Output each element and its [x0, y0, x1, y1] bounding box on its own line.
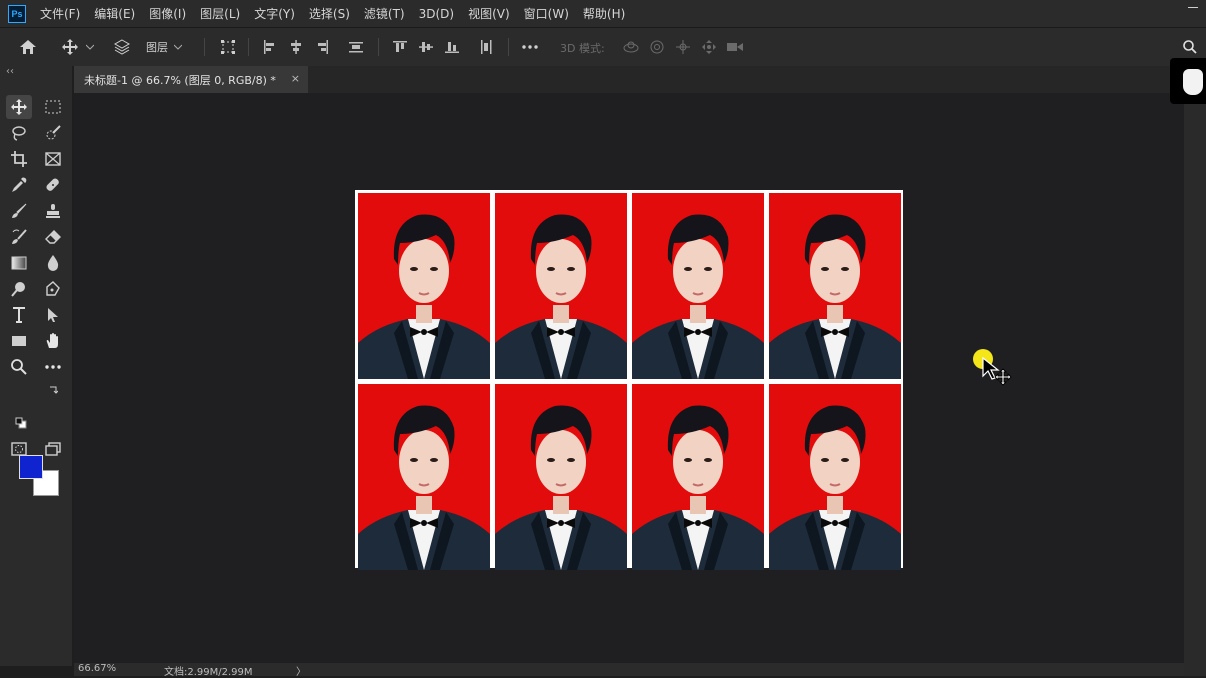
- align-right-icon[interactable]: [312, 28, 332, 66]
- collapse-panel-icon[interactable]: ‹‹: [6, 66, 14, 77]
- id-photo: [358, 384, 490, 570]
- frame-tool-icon[interactable]: [40, 147, 66, 171]
- right-panel-edge: [1184, 66, 1206, 676]
- menu-help[interactable]: 帮助(H): [583, 5, 625, 22]
- move-tool-icon[interactable]: [6, 95, 32, 119]
- menu-window[interactable]: 窗口(W): [524, 5, 569, 22]
- id-photo: [495, 193, 627, 379]
- path-selection-tool-icon[interactable]: [40, 303, 66, 327]
- quick-mask-icon[interactable]: [6, 437, 32, 461]
- menu-edit[interactable]: 编辑(E): [94, 5, 135, 22]
- rectangle-tool-icon[interactable]: [6, 329, 32, 353]
- swap-colors-icon[interactable]: [46, 384, 60, 398]
- align-left-icon[interactable]: [260, 28, 280, 66]
- history-brush-tool-icon[interactable]: [6, 225, 32, 249]
- 3d-slide-icon[interactable]: [698, 28, 720, 66]
- layer-select-value: 图层: [146, 41, 168, 54]
- document-tab-bar: 未标题-1 @ 66.7% (图层 0, RGB/8) * ×: [74, 66, 1184, 93]
- dodge-tool-icon[interactable]: [6, 277, 32, 301]
- screen-mode-icon[interactable]: [40, 437, 66, 461]
- marquee-tool-icon[interactable]: [40, 95, 66, 119]
- menu-3d[interactable]: 3D(D): [419, 7, 454, 21]
- home-icon[interactable]: [16, 28, 40, 66]
- close-icon[interactable]: ×: [291, 72, 300, 85]
- clone-stamp-tool-icon[interactable]: [40, 199, 66, 223]
- photo-sheet[interactable]: [355, 190, 903, 570]
- photoshop-logo[interactable]: Ps: [8, 4, 26, 23]
- align-middle-icon[interactable]: [416, 28, 436, 66]
- options-bar: 图层 3D 模式:: [0, 27, 1206, 66]
- divider: [378, 38, 379, 56]
- 3d-mode-label: 3D 模式:: [560, 42, 605, 55]
- id-photo: [358, 193, 490, 379]
- eraser-tool-icon[interactable]: [40, 225, 66, 249]
- transform-controls-icon[interactable]: [216, 28, 240, 66]
- auto-select-icon[interactable]: [110, 28, 134, 66]
- id-photo: [495, 384, 627, 570]
- id-photo: [769, 193, 901, 379]
- menu-type[interactable]: 文字(Y): [254, 5, 295, 22]
- zoom-tool-icon[interactable]: [6, 355, 32, 379]
- menu-select[interactable]: 选择(S): [309, 5, 350, 22]
- chevron-down-icon[interactable]: [84, 28, 96, 66]
- id-photo: [632, 193, 764, 379]
- menu-image[interactable]: 图像(I): [149, 5, 186, 22]
- align-center-icon[interactable]: [286, 28, 306, 66]
- healing-brush-tool-icon[interactable]: [40, 173, 66, 197]
- lasso-tool-icon[interactable]: [6, 121, 32, 145]
- gradient-tool-icon[interactable]: [6, 251, 32, 275]
- divider: [508, 38, 509, 56]
- distribute-vertical-icon[interactable]: [476, 28, 496, 66]
- type-tool-icon[interactable]: [6, 303, 32, 327]
- minimize-icon[interactable]: [1188, 7, 1198, 8]
- hand-tool-icon[interactable]: [40, 329, 66, 353]
- divider: [248, 38, 249, 56]
- 3d-roll-icon[interactable]: [646, 28, 668, 66]
- more-options-icon[interactable]: [518, 28, 542, 66]
- 3d-camera-icon[interactable]: [724, 28, 746, 66]
- zoom-level[interactable]: 66.67%: [78, 663, 116, 674]
- blur-tool-icon[interactable]: [40, 251, 66, 275]
- id-photo: [632, 384, 764, 570]
- 3d-orbit-icon[interactable]: [620, 28, 642, 66]
- divider: [204, 38, 205, 56]
- status-bar: 66.67% 文档:2.99M/2.99M 〉: [74, 663, 1184, 678]
- menu-filter[interactable]: 滤镜(T): [364, 5, 405, 22]
- document-tab-title: 未标题-1 @ 66.7% (图层 0, RGB/8) *: [84, 73, 276, 87]
- id-photo: [769, 384, 901, 570]
- move-tool-icon[interactable]: [58, 28, 82, 66]
- menu-view[interactable]: 视图(V): [468, 5, 510, 22]
- align-top-icon[interactable]: [390, 28, 410, 66]
- align-bottom-icon[interactable]: [442, 28, 462, 66]
- eyedropper-tool-icon[interactable]: [6, 173, 32, 197]
- menu-file[interactable]: 文件(F): [40, 5, 80, 22]
- 3d-pan-icon[interactable]: [672, 28, 694, 66]
- distribute-horizontal-icon[interactable]: [346, 28, 366, 66]
- menu-layer[interactable]: 图层(L): [200, 5, 240, 22]
- document-tab[interactable]: 未标题-1 @ 66.7% (图层 0, RGB/8) * ×: [74, 66, 308, 93]
- pen-tool-icon[interactable]: [40, 277, 66, 301]
- menu-bar: Ps 文件(F) 编辑(E) 图像(I) 图层(L) 文字(Y) 选择(S) 滤…: [0, 0, 1206, 27]
- quick-selection-tool-icon[interactable]: [40, 121, 66, 145]
- default-colors-icon[interactable]: [14, 416, 28, 430]
- layer-select-dropdown[interactable]: 图层: [146, 38, 194, 56]
- move-cursor-icon: [982, 356, 1016, 393]
- mouse-icon: [1183, 69, 1203, 95]
- tools-panel: ‹‹: [0, 66, 72, 666]
- crop-tool-icon[interactable]: [6, 147, 32, 171]
- more-tools-icon[interactable]: [40, 355, 66, 379]
- chevron-down-icon: [174, 44, 182, 50]
- brush-tool-icon[interactable]: [6, 199, 32, 223]
